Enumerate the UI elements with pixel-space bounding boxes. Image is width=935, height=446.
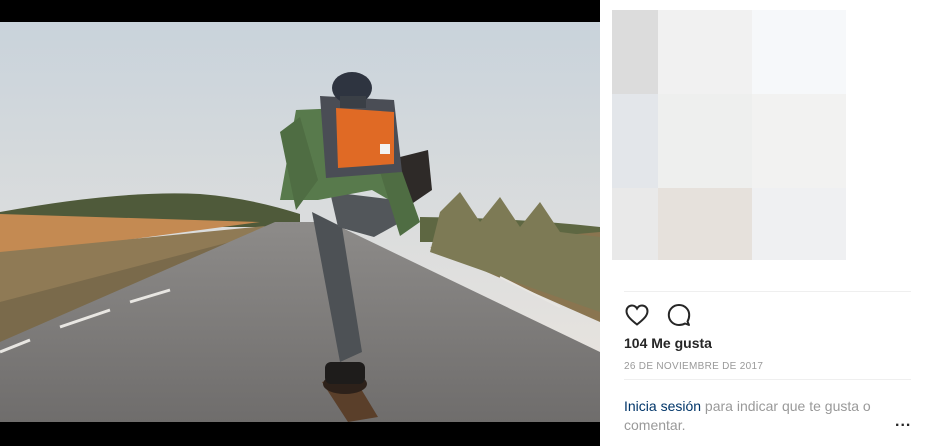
- mosaic-tile: [612, 94, 658, 188]
- heart-icon: [625, 304, 649, 326]
- comment-icon: [667, 304, 691, 326]
- mosaic-tile: [658, 94, 752, 188]
- mosaic-tile: [752, 188, 846, 260]
- mosaic-tile: [612, 188, 658, 260]
- mosaic-tile: [752, 10, 846, 94]
- profile-image-placeholder: [612, 10, 846, 260]
- login-link[interactable]: Inicia sesión: [624, 398, 701, 414]
- skateboarder-photo: [0, 22, 600, 422]
- more-options-button[interactable]: ...: [895, 413, 911, 431]
- mosaic-tile: [658, 188, 752, 260]
- post-photo-pane: [0, 0, 600, 446]
- section-divider: [624, 291, 911, 292]
- like-button[interactable]: [624, 302, 650, 328]
- post-photo[interactable]: [0, 22, 600, 422]
- like-count[interactable]: 104 Me gusta: [624, 335, 712, 351]
- login-prompt: Inicia sesión para indicar que te gusta …: [624, 397, 894, 435]
- mosaic-tile: [658, 10, 752, 94]
- comment-button[interactable]: [666, 302, 692, 328]
- mosaic-tile: [612, 10, 658, 94]
- mosaic-tile: [752, 94, 846, 188]
- section-divider: [624, 379, 911, 380]
- post-date: 26 DE NOVIEMBRE DE 2017: [624, 361, 764, 372]
- post-actions: [624, 302, 692, 328]
